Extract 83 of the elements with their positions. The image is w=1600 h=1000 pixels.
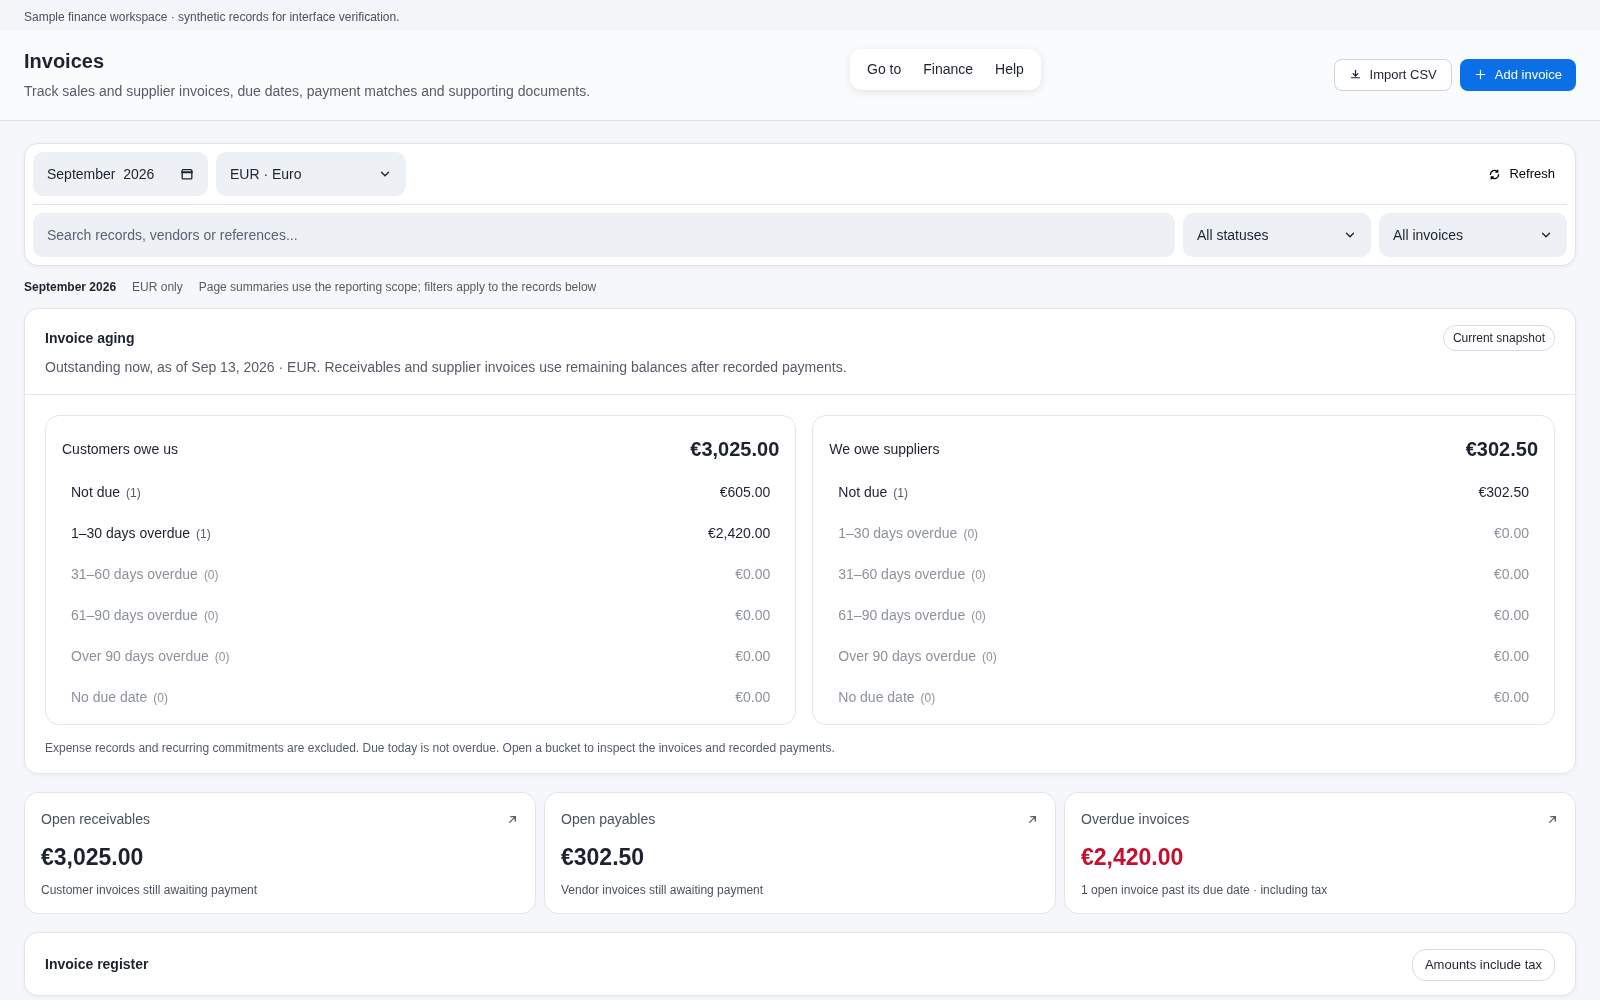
currency-select[interactable]: EUR · Euro (216, 152, 406, 196)
aging-bucket-row[interactable]: Not due (1) €605.00 (62, 472, 780, 513)
bucket-count: (0) (153, 691, 168, 705)
arrow-up-right-icon (1546, 813, 1559, 826)
snapshot-tag: Current snapshot (1442, 325, 1555, 351)
bucket-count: (0) (203, 609, 219, 623)
panel-total: €3,025.00 (690, 437, 780, 462)
status-select[interactable]: All statuses (1183, 213, 1371, 257)
bucket-amount: €0.00 (1493, 606, 1529, 625)
stat-note: 1 open invoice past its due date · including tax (1081, 881, 1329, 899)
stat-title: Open receivables (41, 810, 150, 829)
search-field[interactable]: Search records, vendors or references... (33, 213, 1175, 257)
bucket-amount: €0.00 (735, 688, 771, 707)
bucket-label: 1–30 days overdue (838, 525, 958, 541)
stat-value: €302.50 (561, 843, 646, 872)
bucket-label: 31–60 days overdue (838, 566, 966, 582)
month-field[interactable]: September 2026 (33, 152, 208, 196)
menu-item[interactable]: Go to (856, 55, 913, 84)
bucket-amount: €0.00 (1493, 688, 1529, 707)
bucket-amount: €605.00 (719, 483, 771, 502)
bucket-label: Not due (71, 484, 121, 500)
bucket-count: (0) (971, 568, 986, 582)
invoice-type-select[interactable]: All invoices (1379, 213, 1567, 257)
bucket-amount: €0.00 (735, 565, 771, 584)
bucket-count: (0) (203, 568, 219, 582)
stat-title: Open payables (561, 810, 656, 829)
stat-title: Overdue invoices (1081, 810, 1190, 829)
bucket-label: 1–30 days overdue (71, 525, 191, 541)
aging-bucket-row[interactable]: 1–30 days overdue (1) €2,420.00 (62, 513, 780, 554)
card-subtitle: Outstanding now, as of Sep 13, 2026 · EUR. Receivables and supplier invoices use remaining balances after recorded payments. (45, 358, 848, 377)
scope-text: EUR only (132, 279, 183, 296)
bucket-count: (1) (126, 486, 141, 500)
bucket-amount: €0.00 (1493, 647, 1529, 666)
bucket-label: 31–60 days overdue (71, 566, 198, 582)
page-subtitle: Track sales and supplier invoices, due dates, payment matches and supporting documents. (24, 82, 590, 101)
bucket-label: No due date (838, 689, 915, 705)
stat-value: €2,420.00 (1081, 843, 1185, 872)
bucket-count: (0) (214, 650, 230, 664)
bucket-label: Over 90 days overdue (71, 648, 209, 664)
bucket-amount: €2,420.00 (708, 524, 771, 543)
bucket-label: 61–90 days overdue (71, 607, 198, 623)
page-title: Invoices (24, 49, 106, 73)
panel-total: €302.50 (1465, 437, 1538, 462)
card-title: Invoice register (45, 955, 149, 975)
calendar-icon (180, 167, 194, 181)
bucket-amount: €0.00 (735, 606, 771, 625)
bucket-label: 61–90 days overdue (838, 607, 966, 623)
bucket-count: (0) (920, 691, 936, 705)
scope-text: September 2026 (24, 279, 117, 296)
panel-title: Customers owe us (62, 439, 178, 459)
stat-note: Customer invoices still awaiting payment (41, 881, 259, 899)
bucket-count: (0) (982, 650, 997, 664)
bucket-amount: €0.00 (1493, 565, 1529, 584)
arrow-up-right-icon (506, 813, 519, 826)
stat-card[interactable]: Overdue invoices €2,420.00 1 open invoice past its due date · including tax (1064, 792, 1576, 914)
bucket-amount: €0.00 (1493, 524, 1529, 543)
bucket-label: Over 90 days overdue (838, 648, 977, 664)
menu-item[interactable]: Help (984, 55, 1035, 84)
bucket-amount: €302.50 (1478, 483, 1529, 502)
bucket-amount: €0.00 (735, 647, 771, 666)
arrow-up-right-icon (1026, 813, 1039, 826)
bucket-count: (0) (963, 527, 979, 541)
tax-tag: Amounts include tax (1411, 949, 1555, 981)
import-button[interactable]: Import CSV (1333, 59, 1452, 91)
plus-icon (1473, 68, 1487, 82)
bucket-label: No due date (71, 689, 148, 705)
add-button[interactable]: Add invoice (1459, 59, 1576, 91)
refresh-icon (1488, 167, 1502, 181)
panel-title: We owe suppliers (829, 439, 940, 459)
bucket-label: Not due (838, 484, 888, 500)
stat-note: Vendor invoices still awaiting payment (561, 881, 765, 899)
refresh-button[interactable]: Refresh (1476, 164, 1567, 184)
stat-card[interactable]: Open payables €302.50 Vendor invoices still awaiting payment (544, 792, 1056, 914)
card-title: Invoice aging (45, 328, 135, 348)
scope-text: Page summaries use the reporting scope; filters apply to the records below (198, 279, 597, 296)
stat-card[interactable]: Open receivables €3,025.00 Customer invoices still awaiting payment (24, 792, 536, 914)
menu-item[interactable]: Finance (912, 55, 985, 84)
stat-value: €3,025.00 (41, 843, 145, 872)
aging-footnote: Expense records and recurring commitments are excluded. Due today is not overdue. Open a bucket to inspect the invoices and recorded payments. (44, 740, 836, 757)
aging-bucket-row[interactable]: Not due (1) €302.50 (829, 472, 1538, 513)
bucket-count: (0) (971, 609, 986, 623)
bucket-count: (1) (196, 527, 211, 541)
bucket-count: (1) (893, 486, 908, 500)
